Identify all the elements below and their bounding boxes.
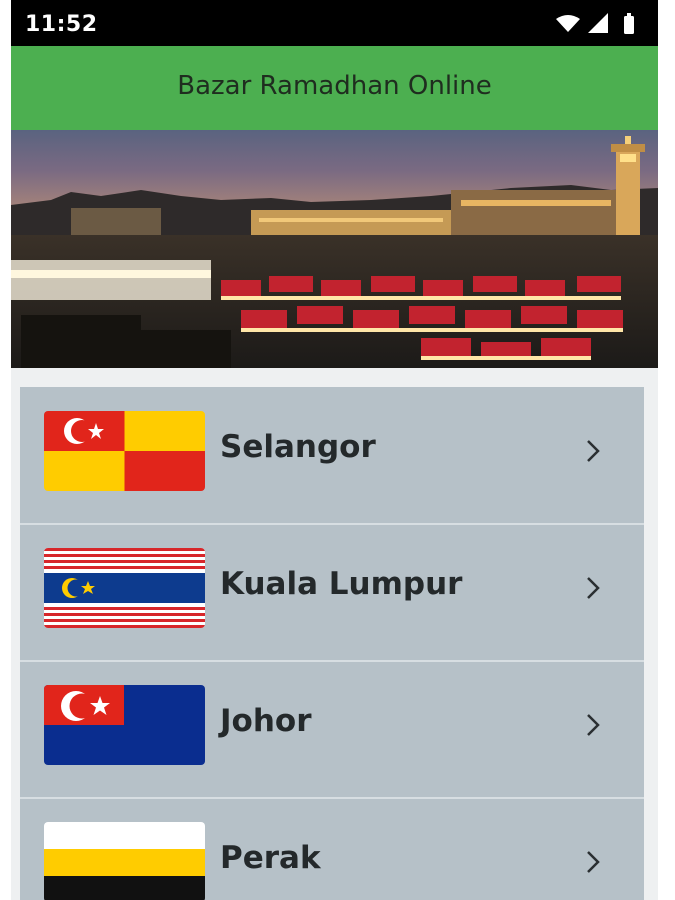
state-list: Selangor Kuala Lumpur Johor Perak: [20, 387, 644, 900]
chevron-right-icon: [587, 577, 600, 599]
state-label: Kuala Lumpur: [220, 566, 463, 602]
app-title: Bazar Ramadhan Online: [177, 71, 492, 101]
state-label: Selangor: [220, 429, 376, 465]
chevron-right-icon: [587, 714, 600, 736]
list-item[interactable]: Perak: [20, 798, 644, 900]
johor-flag-icon: [44, 685, 205, 765]
app-bar: Bazar Ramadhan Online: [11, 46, 658, 130]
kuala-lumpur-flag-icon: [44, 548, 205, 628]
banner-illustration: [11, 130, 658, 368]
state-label: Perak: [220, 840, 321, 876]
status-icons: [556, 13, 634, 34]
status-time: 11:52: [25, 12, 98, 37]
list-item[interactable]: Kuala Lumpur: [20, 524, 644, 662]
chevron-right-icon: [587, 440, 600, 462]
wifi-icon: [556, 15, 580, 32]
list-item[interactable]: Johor: [20, 661, 644, 799]
perak-flag-icon: [44, 822, 205, 900]
status-bar: 11:52: [11, 0, 658, 46]
battery-icon: [624, 13, 634, 34]
chevron-right-icon: [587, 851, 600, 873]
list-item[interactable]: Selangor: [20, 387, 644, 525]
selangor-flag-icon: [44, 411, 205, 491]
state-label: Johor: [220, 703, 312, 739]
night-market-banner: [11, 130, 658, 368]
app-screen: 11:52 Bazar Ramadhan Online Selangor Kua…: [11, 0, 658, 900]
cell-signal-icon: [588, 13, 608, 33]
